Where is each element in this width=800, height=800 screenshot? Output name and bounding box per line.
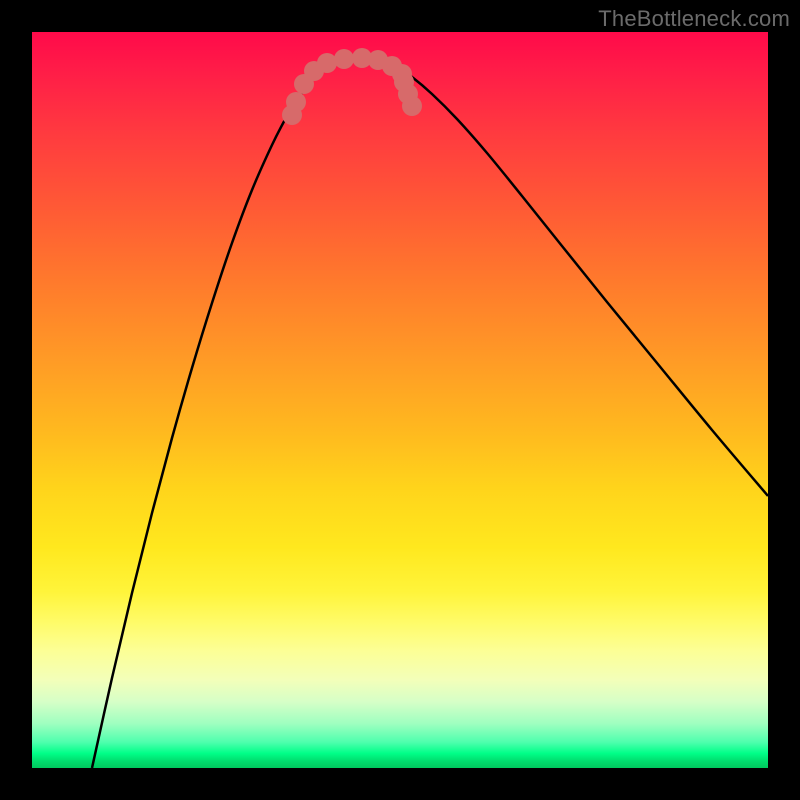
chart-svg <box>32 32 768 768</box>
watermark-text: TheBottleneck.com <box>598 6 790 32</box>
outer-frame: TheBottleneck.com <box>0 0 800 800</box>
plot-area <box>32 32 768 768</box>
valley-marker <box>334 49 354 69</box>
valley-marker <box>317 53 337 73</box>
valley-marker <box>402 96 422 116</box>
valley-marker <box>286 92 306 112</box>
bottleneck-curve <box>92 59 768 768</box>
